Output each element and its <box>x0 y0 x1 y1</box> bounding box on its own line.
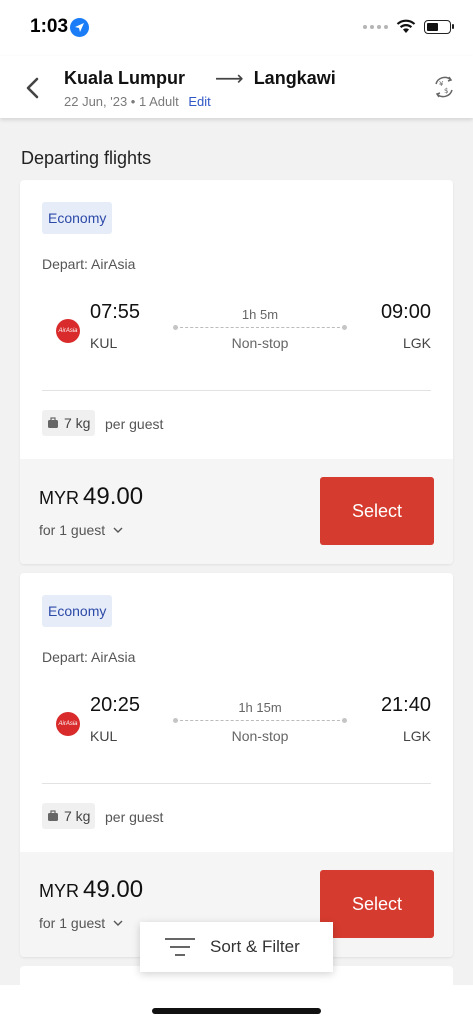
baggage-per-guest: per guest <box>105 809 164 825</box>
route-line <box>173 718 347 723</box>
section-title: Departing flights <box>21 148 152 168</box>
departure-time: 20:25 <box>90 694 141 716</box>
baggage-chip: 7 kg <box>42 803 96 829</box>
svg-text:$: $ <box>444 87 448 95</box>
flight-details: Economy Depart: AirAsia AirAsia 07:55 KU… <box>20 180 453 459</box>
divider <box>42 783 431 784</box>
chevron-left-icon <box>26 77 39 99</box>
flight-details: Economy Depart: AirAsia AirAsia 20:25 KU… <box>20 573 453 852</box>
price: MYR 49.00 <box>39 876 143 904</box>
baggage-per-guest: per guest <box>105 416 164 432</box>
arrow-right-icon: ⟶ <box>215 68 244 90</box>
signal-icon <box>363 24 388 29</box>
route-title: Kuala Lumpur ⟶ Langkawi <box>64 66 336 91</box>
guest-count-dropdown[interactable]: for 1 guest <box>39 522 123 538</box>
price-amount: 49.00 <box>83 876 144 903</box>
guest-count-dropdown[interactable]: for 1 guest <box>39 915 123 931</box>
select-button[interactable]: Select <box>320 477 434 545</box>
guest-count-label: for 1 guest <box>39 522 106 538</box>
arrival-airport: LGK <box>402 728 431 744</box>
arrival-airport: LGK <box>402 335 431 351</box>
chevron-down-icon <box>113 920 123 926</box>
luggage-icon <box>48 810 58 821</box>
sort-filter-button[interactable]: Sort & Filter <box>140 922 333 972</box>
baggage-chip: 7 kg <box>42 410 96 436</box>
flight-card: Economy Depart: AirAsia AirAsia 07:55 KU… <box>20 180 453 564</box>
fare-class-badge: Economy <box>42 202 113 234</box>
flight-card: Economy Depart: AirAsia AirAsia 20:25 KU… <box>20 573 453 957</box>
divider <box>42 390 431 391</box>
currency-code: MYR <box>39 488 79 508</box>
search-header: Kuala Lumpur ⟶ Langkawi 22 Jun, '23 • 1 … <box>0 56 473 118</box>
origin-city: Kuala Lumpur <box>64 68 186 88</box>
arrival-time: 21:40 <box>380 694 431 716</box>
depart-airline: Depart: AirAsia <box>42 256 136 272</box>
select-button[interactable]: Select <box>320 870 434 938</box>
luggage-icon <box>48 417 58 428</box>
home-indicator[interactable] <box>152 1008 321 1014</box>
price-amount: 49.00 <box>83 483 144 510</box>
currency-code: MYR <box>39 881 79 901</box>
stops-label: Non-stop <box>231 335 289 351</box>
airasia-logo-icon: AirAsia <box>56 712 80 736</box>
destination-city: Langkawi <box>253 68 336 88</box>
filter-icon <box>165 938 195 956</box>
battery-icon <box>424 19 454 34</box>
baggage-allowance: 7 kg <box>64 808 91 824</box>
status-time: 1:03 <box>30 16 69 37</box>
wifi-icon <box>396 19 416 33</box>
sort-filter-label: Sort & Filter <box>210 937 300 956</box>
stops-label: Non-stop <box>231 728 289 744</box>
departure-airport: KUL <box>90 335 118 351</box>
price-section: MYR 49.00 for 1 guest Select <box>20 459 453 564</box>
baggage-allowance: 7 kg <box>64 415 91 431</box>
location-icon <box>70 18 89 37</box>
date-passengers: 22 Jun, '23 • 1 Adult <box>64 94 179 109</box>
fare-class-badge: Economy <box>42 595 113 627</box>
currency-exchange-icon: ¥ $ <box>435 76 453 98</box>
chevron-down-icon <box>113 527 123 533</box>
depart-airline: Depart: AirAsia <box>42 649 136 665</box>
home-area <box>0 985 473 1024</box>
airasia-logo-icon: AirAsia <box>56 319 80 343</box>
back-button[interactable] <box>20 73 46 103</box>
edit-link[interactable]: Edit <box>188 94 210 109</box>
price: MYR 49.00 <box>39 483 143 511</box>
search-details: 22 Jun, '23 • 1 Adult Edit <box>64 94 211 109</box>
route-line <box>173 325 347 330</box>
arrival-time: 09:00 <box>380 301 431 323</box>
flight-duration: 1h 15m <box>238 700 282 715</box>
status-indicators <box>363 19 454 34</box>
departure-time: 07:55 <box>90 301 141 323</box>
flight-duration: 1h 5m <box>241 307 279 322</box>
status-bar: 1:03 <box>0 0 473 56</box>
guest-count-label: for 1 guest <box>39 915 106 931</box>
departure-airport: KUL <box>90 728 118 744</box>
currency-button[interactable]: ¥ $ <box>431 74 457 100</box>
